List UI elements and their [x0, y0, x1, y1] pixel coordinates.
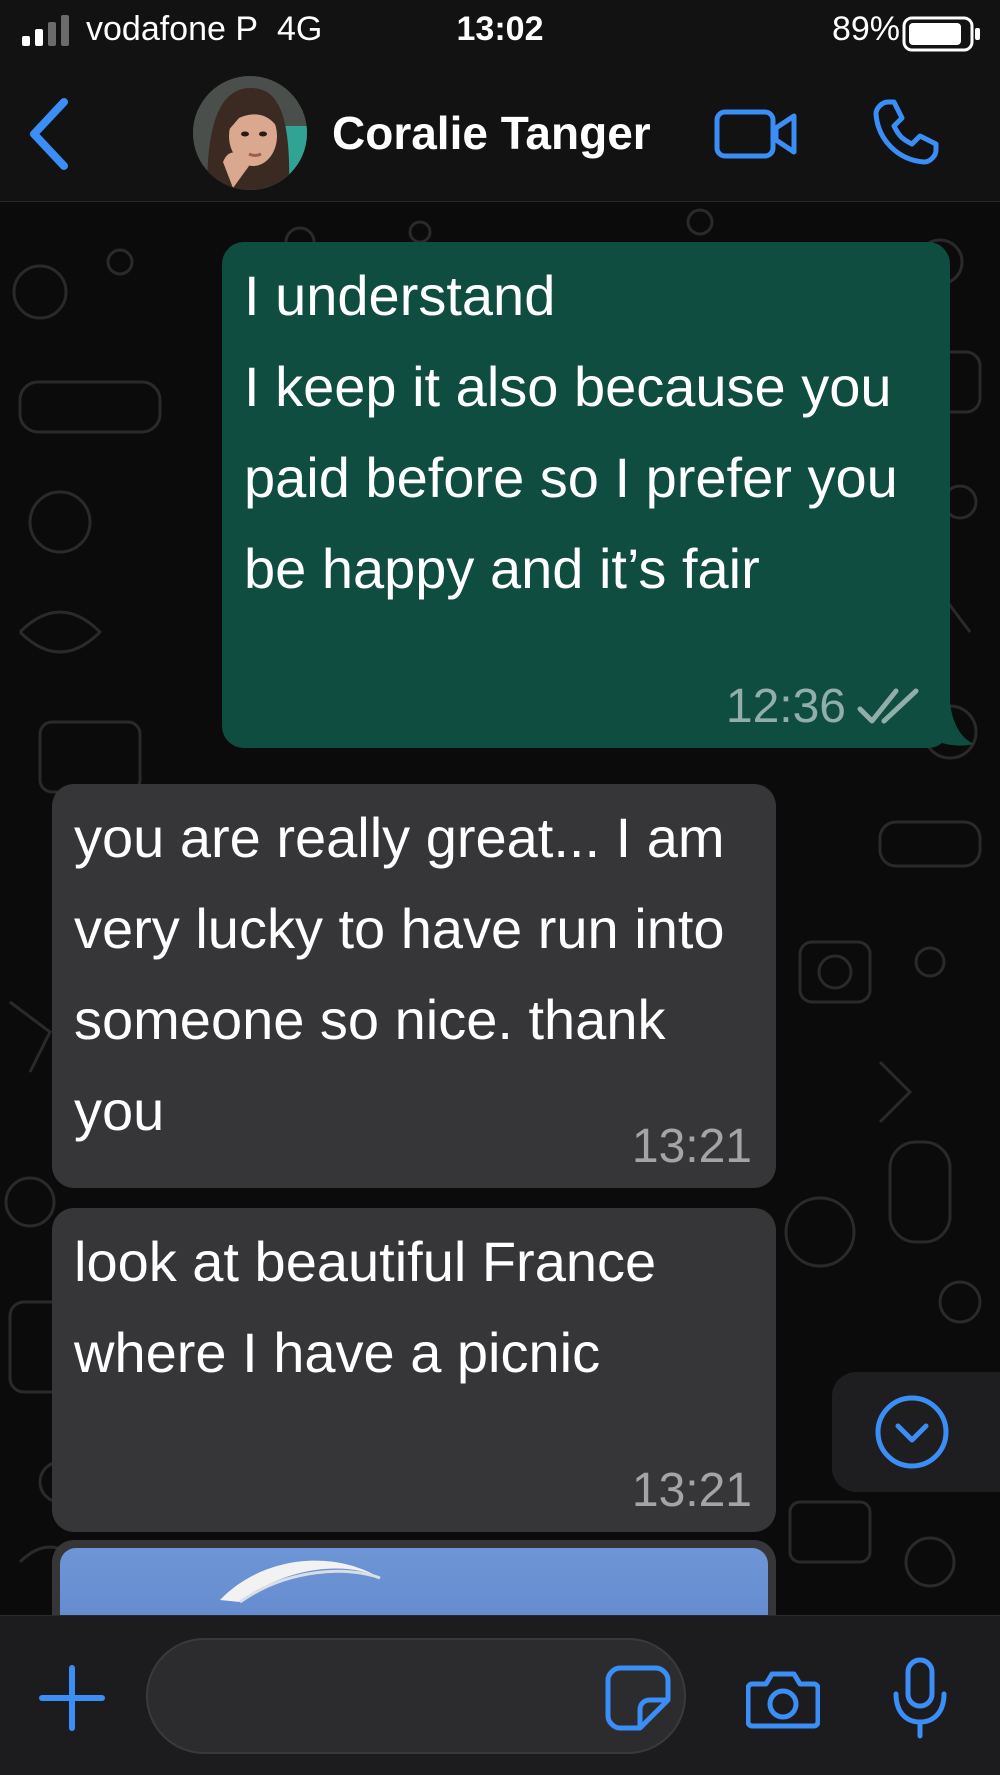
- message-bubble-incoming[interactable]: you are really great... I am very lucky …: [52, 784, 776, 1188]
- camera-icon[interactable]: [746, 1666, 820, 1730]
- chevron-down-circle-icon: [875, 1395, 949, 1469]
- status-bar: vodafone P 4G 13:02 89%: [0, 0, 1000, 68]
- message-meta: 12:36: [726, 679, 926, 734]
- message-text: look at beautiful France where I have a …: [74, 1230, 657, 1384]
- message-meta: 13:21: [632, 1119, 752, 1174]
- chevron-left-icon[interactable]: [26, 96, 70, 172]
- avatar[interactable]: [193, 76, 307, 190]
- message-bubble-outgoing[interactable]: I understand I keep it also because you …: [222, 242, 950, 748]
- video-camera-icon[interactable]: [714, 104, 798, 164]
- message-time: 13:21: [631, 1464, 752, 1517]
- paraglider-sky-image: [220, 1560, 381, 1604]
- message-bubble-incoming[interactable]: look at beautiful France where I have a …: [52, 1208, 776, 1532]
- message-meta: 13:21: [632, 1463, 752, 1518]
- battery-percentage: 89%: [831, 10, 900, 48]
- bubble-tail: [930, 702, 974, 746]
- scroll-to-bottom-button[interactable]: [832, 1372, 1000, 1492]
- shared-photo[interactable]: [60, 1548, 768, 1615]
- message-bubble-image[interactable]: [52, 1540, 776, 1615]
- plus-icon[interactable]: [38, 1664, 106, 1732]
- message-text: I understand I keep it also because you …: [244, 264, 898, 600]
- chat-header: Coralie Tanger: [0, 68, 1000, 202]
- sticker-icon[interactable]: [604, 1664, 672, 1732]
- contact-photo: [193, 76, 307, 190]
- composer-bar: [0, 1615, 1000, 1775]
- message-list[interactable]: I understand I keep it also because you …: [0, 202, 1000, 1615]
- battery-icon: [902, 16, 980, 52]
- message-time: 12:36: [725, 680, 846, 733]
- phone-icon[interactable]: [872, 98, 940, 166]
- double-check-icon: [857, 688, 919, 723]
- message-time: 13:21: [631, 1120, 752, 1173]
- contact-name[interactable]: Coralie Tanger: [332, 106, 651, 160]
- message-text: you are really great... I am very lucky …: [74, 806, 725, 1142]
- microphone-icon[interactable]: [892, 1656, 948, 1740]
- whatsapp-chat-screen: vodafone P 4G 13:02 89% Coralie Tanger I…: [0, 0, 1000, 1775]
